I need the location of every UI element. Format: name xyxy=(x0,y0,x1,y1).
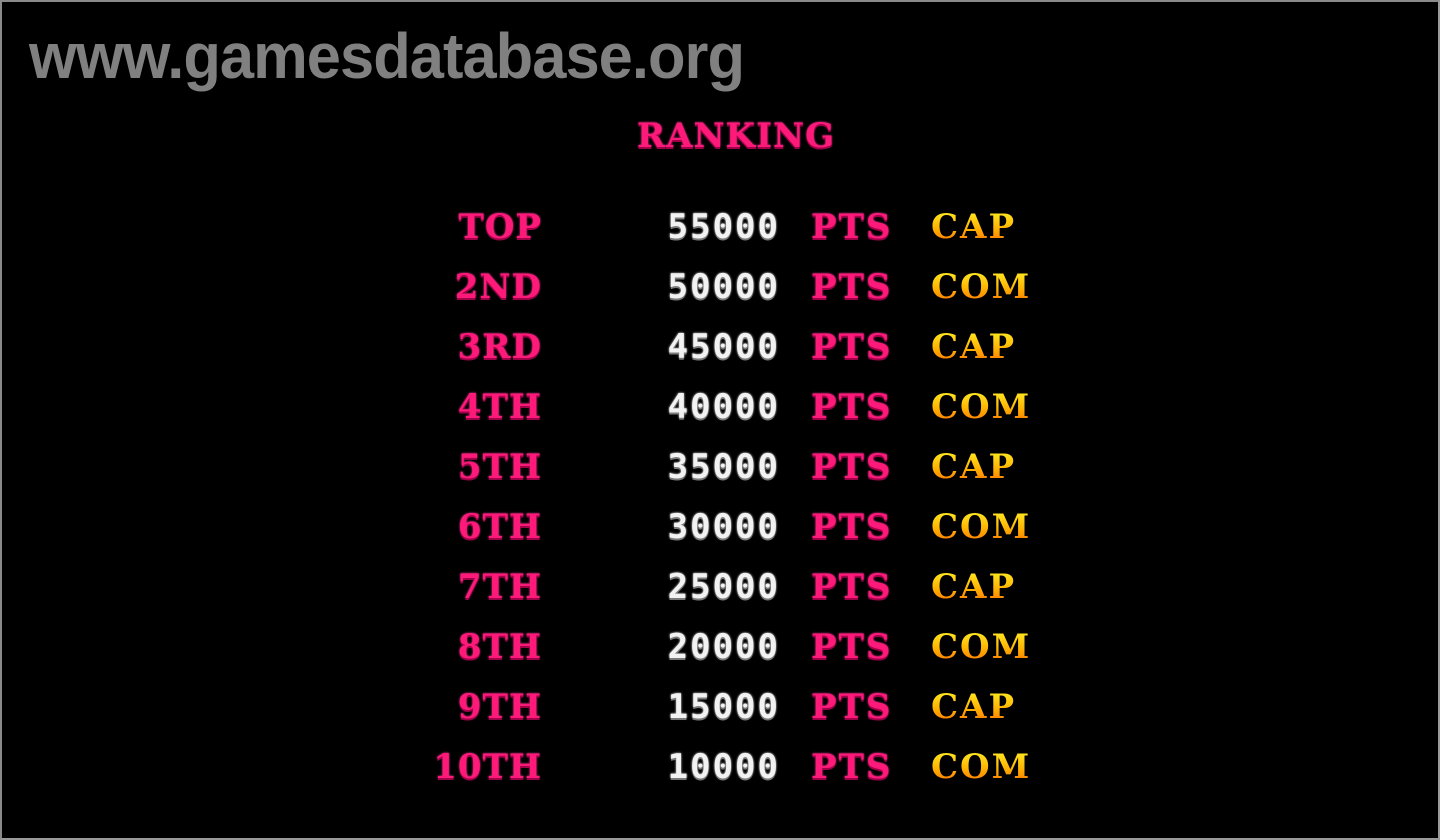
game-screen: www.gamesdatabase.org RANKING TOP 55000 … xyxy=(0,0,1440,840)
rank-label: 4TH xyxy=(457,387,542,427)
player-initials: CAP xyxy=(931,207,1017,247)
pts-label: PTS xyxy=(811,447,893,487)
pts-label: PTS xyxy=(811,207,893,247)
player-initials: CAP xyxy=(931,567,1017,607)
score-value: 20000 xyxy=(667,627,780,667)
ranking-row: 2ND 50000 PTS COM xyxy=(2,265,1440,309)
player-initials: COM xyxy=(931,507,1032,547)
score-value: 15000 xyxy=(667,687,780,727)
score-value: 45000 xyxy=(667,327,780,367)
ranking-row: 8TH 20000 PTS COM xyxy=(2,625,1440,669)
rank-label: 6TH xyxy=(457,507,542,547)
ranking-row: 9TH 15000 PTS CAP xyxy=(2,685,1440,729)
rank-label: 8TH xyxy=(457,627,542,667)
ranking-row: 3RD 45000 PTS CAP xyxy=(2,325,1440,369)
ranking-title: RANKING xyxy=(636,116,836,156)
rank-label: 9TH xyxy=(457,687,542,727)
pts-label: PTS xyxy=(811,507,893,547)
player-initials: COM xyxy=(931,267,1032,307)
ranking-row: 5TH 35000 PTS CAP xyxy=(2,445,1440,489)
rank-label: 5TH xyxy=(457,447,542,487)
score-value: 10000 xyxy=(667,747,780,787)
pts-label: PTS xyxy=(811,267,893,307)
ranking-row: 4TH 40000 PTS COM xyxy=(2,385,1440,429)
score-value: 40000 xyxy=(667,387,780,427)
player-initials: COM xyxy=(931,627,1032,667)
player-initials: COM xyxy=(931,387,1032,427)
player-initials: CAP xyxy=(931,447,1017,487)
player-initials: CAP xyxy=(931,327,1017,367)
rank-label: 3RD xyxy=(457,327,542,367)
pts-label: PTS xyxy=(811,327,893,367)
rank-label: TOP xyxy=(458,207,542,247)
rank-label: 2ND xyxy=(454,267,542,307)
pts-label: PTS xyxy=(811,687,893,727)
score-value: 35000 xyxy=(667,447,780,487)
pts-label: PTS xyxy=(811,567,893,607)
player-initials: COM xyxy=(931,747,1032,787)
pts-label: PTS xyxy=(811,747,893,787)
score-value: 55000 xyxy=(667,207,780,247)
score-value: 50000 xyxy=(667,267,780,307)
watermark: www.gamesdatabase.org xyxy=(29,20,745,92)
ranking-row: 7TH 25000 PTS CAP xyxy=(2,565,1440,609)
score-value: 25000 xyxy=(667,567,780,607)
player-initials: CAP xyxy=(931,687,1017,727)
rank-label: 10TH xyxy=(433,747,542,787)
ranking-row: 10TH 10000 PTS COM xyxy=(2,745,1440,789)
ranking-row: TOP 55000 PTS CAP xyxy=(2,205,1440,249)
score-value: 30000 xyxy=(667,507,780,547)
pts-label: PTS xyxy=(811,387,893,427)
ranking-row: 6TH 30000 PTS COM xyxy=(2,505,1440,549)
pts-label: PTS xyxy=(811,627,893,667)
rank-label: 7TH xyxy=(457,567,542,607)
